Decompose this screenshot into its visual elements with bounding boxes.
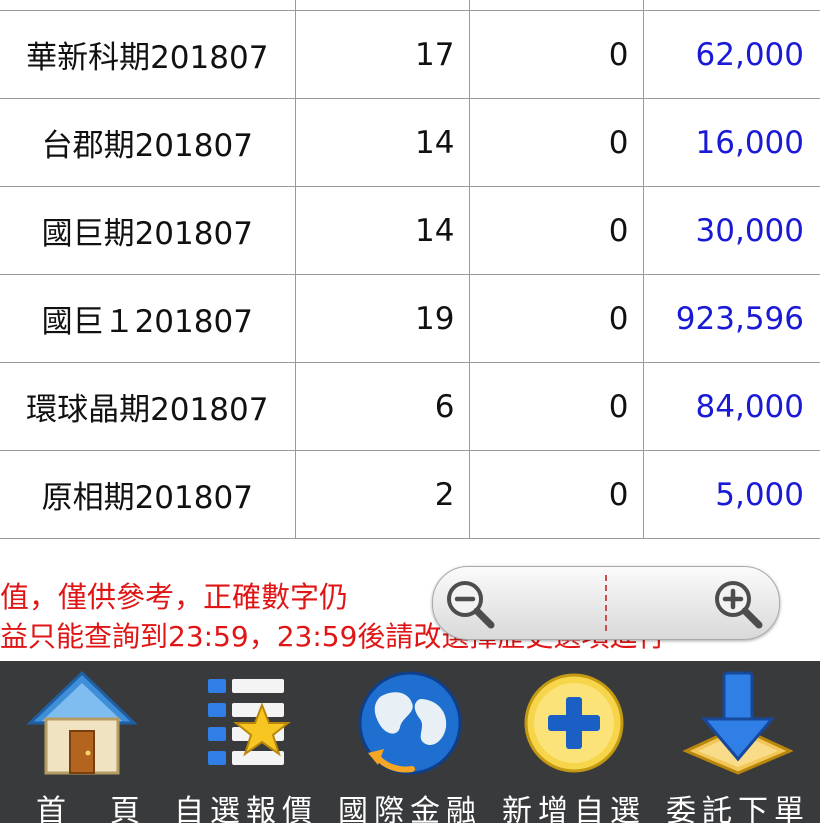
contract-name: 環球晶期201807 (0, 362, 296, 451)
quantity-cell: 19 (294, 274, 470, 363)
tab-add-watchlist[interactable]: 新增自選 (492, 661, 656, 823)
home-icon (26, 670, 138, 775)
globe-icon (358, 671, 462, 775)
amount-cell: 5,000 (642, 450, 820, 539)
zoom-in-icon[interactable] (709, 575, 765, 631)
zoom-control (432, 566, 780, 640)
tab-watchlist-label: 自選報價 (174, 794, 318, 823)
tab-home[interactable]: 首頁 (0, 661, 164, 823)
amount-cell: 16,000 (642, 98, 820, 187)
contract-name: 華新科期201807 (0, 10, 296, 99)
tab-home-label: 首頁 (36, 794, 184, 823)
table-row[interactable]: 原相期201807 2 0 5,000 (0, 450, 820, 539)
quote-table: 華新科期201807 17 0 62,000 台郡期201807 14 0 16… (0, 0, 820, 539)
contract-name: 國巨期201807 (0, 186, 296, 275)
zero-cell: 0 (468, 274, 644, 363)
tab-international-label: 國際金融 (338, 794, 482, 823)
quantity-cell: 14 (294, 98, 470, 187)
quantity-cell: 14 (294, 186, 470, 275)
screen: 華新科期201807 17 0 62,000 台郡期201807 14 0 16… (0, 0, 820, 823)
amount-cell: 84,000 (642, 362, 820, 451)
tab-place-order-label: 委託下單 (666, 794, 810, 823)
watchlist-star-icon (208, 679, 291, 765)
table-row[interactable]: 環球晶期201807 6 0 84,000 (0, 362, 820, 451)
download-order-icon (682, 671, 794, 775)
quantity-cell: 17 (294, 10, 470, 99)
table-row[interactable]: 國巨１201807 19 0 923,596 (0, 274, 820, 363)
table-row-partial (0, 0, 820, 11)
zero-cell: 0 (468, 186, 644, 275)
notice-line-1: 值，僅供參考，正確數字仍 (0, 580, 349, 614)
amount-cell: 62,000 (642, 10, 820, 99)
zero-cell: 0 (468, 362, 644, 451)
contract-name: 原相期201807 (0, 450, 296, 539)
bottom-tab-bar: 首頁 自選報價 國際金融 新增自選 委託下單 (0, 661, 820, 823)
amount-cell: 30,000 (642, 186, 820, 275)
tab-international[interactable]: 國際金融 (328, 661, 492, 823)
zero-cell: 0 (468, 98, 644, 187)
quantity-cell: 6 (294, 362, 470, 451)
contract-name: 台郡期201807 (0, 98, 296, 187)
tab-add-watchlist-label: 新增自選 (502, 794, 646, 823)
add-plus-icon (524, 673, 624, 773)
tab-place-order[interactable]: 委託下單 (656, 661, 820, 823)
table-row[interactable]: 華新科期201807 17 0 62,000 (0, 10, 820, 99)
table-row[interactable]: 台郡期201807 14 0 16,000 (0, 98, 820, 187)
quantity-cell: 2 (294, 450, 470, 539)
amount-cell: 923,596 (642, 274, 820, 363)
contract-name: 國巨１201807 (0, 274, 296, 363)
tab-watchlist[interactable]: 自選報價 (164, 661, 328, 823)
zero-cell: 0 (468, 450, 644, 539)
zero-cell: 0 (468, 10, 644, 99)
zoom-out-icon[interactable] (441, 575, 497, 631)
zoom-divider (605, 575, 607, 631)
table-row[interactable]: 國巨期201807 14 0 30,000 (0, 186, 820, 275)
